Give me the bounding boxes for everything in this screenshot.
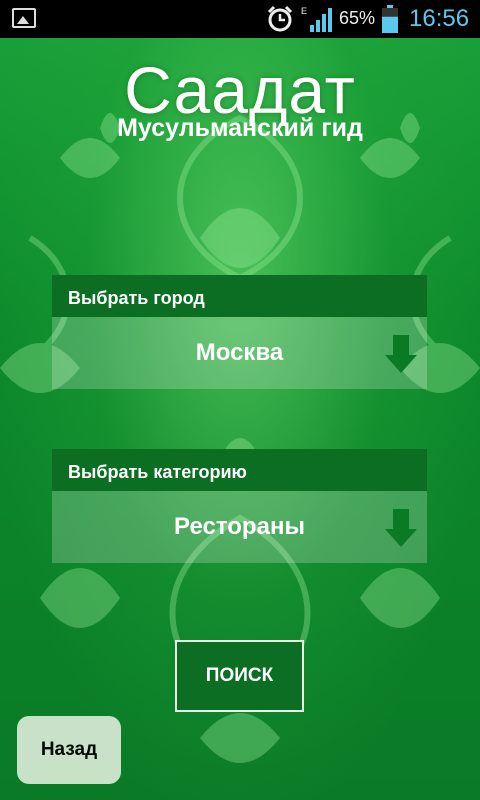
gallery-icon — [12, 8, 36, 28]
signal-icon: E — [301, 6, 332, 32]
city-dropdown-value: Москва — [195, 339, 284, 366]
battery-percent: 65% — [339, 8, 376, 28]
search-button[interactable]: ПОИСК — [175, 640, 304, 712]
category-selector-label: Выбрать категорию — [52, 449, 427, 491]
status-bar: E 65% 16:56 — [0, 0, 480, 38]
category-selector: Выбрать категорию Рестораны — [52, 449, 427, 563]
svg-text:E: E — [301, 6, 307, 16]
battery-icon — [382, 5, 398, 33]
category-dropdown-value: Рестораны — [174, 513, 305, 540]
category-dropdown[interactable]: Рестораны — [52, 491, 427, 563]
app-subtitle: Мусульманский гид — [117, 114, 363, 142]
clock: 16:56 — [409, 5, 470, 32]
alarm-clock-icon — [267, 5, 293, 32]
back-button[interactable]: Назад — [17, 716, 121, 784]
city-selector: Выбрать город Москва — [52, 275, 427, 389]
city-dropdown[interactable]: Москва — [52, 317, 427, 389]
arrow-down-icon — [385, 509, 417, 547]
arrow-down-icon — [385, 335, 417, 373]
city-selector-label: Выбрать город — [52, 275, 427, 317]
